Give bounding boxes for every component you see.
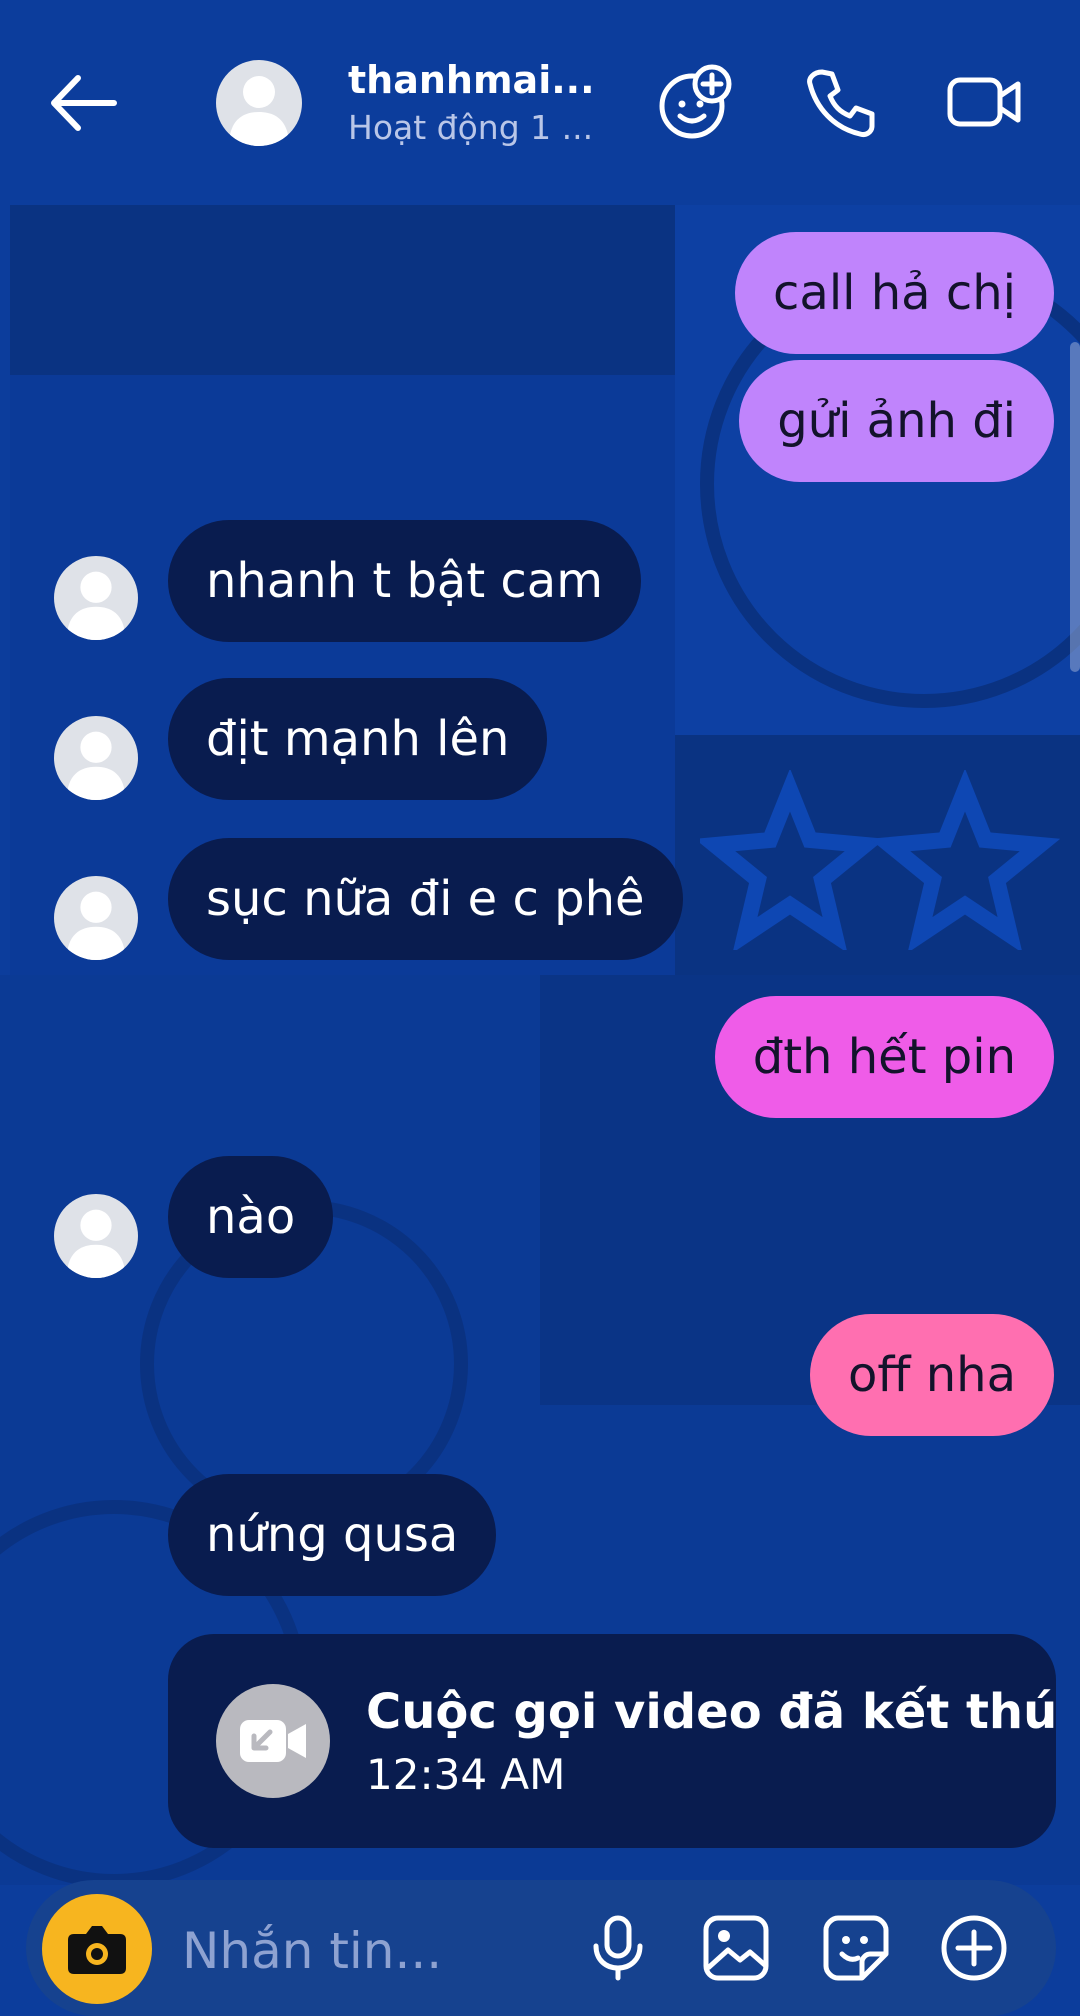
message-input[interactable]: Nhắn tin... <box>182 1922 442 1980</box>
image-icon <box>703 1915 769 1981</box>
message-text: off nha <box>848 1347 1016 1403</box>
more-options-button[interactable] <box>938 1912 1010 1984</box>
message-sent[interactable]: off nha <box>810 1314 1054 1436</box>
call-timestamp: 12:34 AM <box>366 1750 566 1799</box>
video-call-ended-card[interactable]: Cuộc gọi video đã kết thú 12:34 AM <box>168 1634 1058 1848</box>
message-received[interactable]: địt mạnh lên <box>168 678 548 800</box>
active-status: Hoạt động 1 ... <box>348 108 594 147</box>
default-avatar-icon <box>66 891 126 960</box>
camera-icon <box>68 1926 126 1974</box>
games-button[interactable] <box>656 62 736 142</box>
missed-video-call-badge <box>216 1684 330 1798</box>
message-text: địt mạnh lên <box>206 711 510 767</box>
sender-avatar[interactable] <box>54 716 138 800</box>
chat-header: thanhmai... Hoạt động 1 ... <box>0 0 1080 205</box>
message-received[interactable]: nhanh t bật cam <box>168 520 641 642</box>
message-text: nứng qusa <box>206 1507 459 1563</box>
plus-circle-icon <box>941 1915 1007 1981</box>
message-text: đth hết pin <box>752 1029 1016 1085</box>
voice-message-button[interactable] <box>582 1912 654 1984</box>
message-received[interactable]: nứng qusa <box>168 1474 497 1596</box>
sender-avatar[interactable] <box>54 556 138 640</box>
message-text: nhanh t bật cam <box>206 553 603 609</box>
message-text: nào <box>206 1189 296 1245</box>
message-sent[interactable]: đth hết pin <box>714 996 1054 1118</box>
default-avatar-icon <box>66 731 126 800</box>
back-button[interactable] <box>44 68 124 138</box>
phone-icon <box>807 69 875 137</box>
message-text: sục nữa đi e c phê <box>206 871 645 927</box>
message-received[interactable]: nào <box>168 1156 334 1278</box>
arrow-left-icon <box>51 75 117 131</box>
camera-button[interactable] <box>42 1894 152 2004</box>
sender-avatar[interactable] <box>54 876 138 960</box>
default-avatar-icon <box>66 1209 126 1278</box>
video-call-ended-icon <box>240 1720 306 1762</box>
default-avatar-icon <box>66 571 126 640</box>
sender-avatar[interactable] <box>54 1194 138 1278</box>
sticker-button[interactable] <box>820 1912 892 1984</box>
message-text: call hả chị <box>773 265 1016 321</box>
contact-avatar[interactable] <box>216 60 302 146</box>
call-status-text: Cuộc gọi video đã kết thú <box>366 1684 1058 1740</box>
message-sent[interactable]: gửi ảnh đi <box>739 360 1054 482</box>
scrollbar[interactable] <box>1070 342 1080 672</box>
star-decoration-icon <box>700 770 1060 950</box>
games-icon <box>659 64 732 139</box>
sticker-icon <box>823 1915 889 1981</box>
gallery-button[interactable] <box>700 1912 772 1984</box>
message-composer: Nhắn tin... <box>26 1880 1056 2016</box>
contact-name[interactable]: thanhmai... <box>348 58 595 102</box>
message-sent[interactable]: call hả chị <box>735 232 1054 354</box>
video-call-button[interactable] <box>944 62 1024 142</box>
message-text: gửi ảnh đi <box>777 393 1016 449</box>
default-avatar-icon <box>229 76 289 146</box>
message-received[interactable]: sục nữa đi e c phê <box>168 838 683 960</box>
voice-call-button[interactable] <box>800 62 880 142</box>
video-camera-icon <box>947 77 1021 127</box>
microphone-icon <box>593 1915 643 1981</box>
